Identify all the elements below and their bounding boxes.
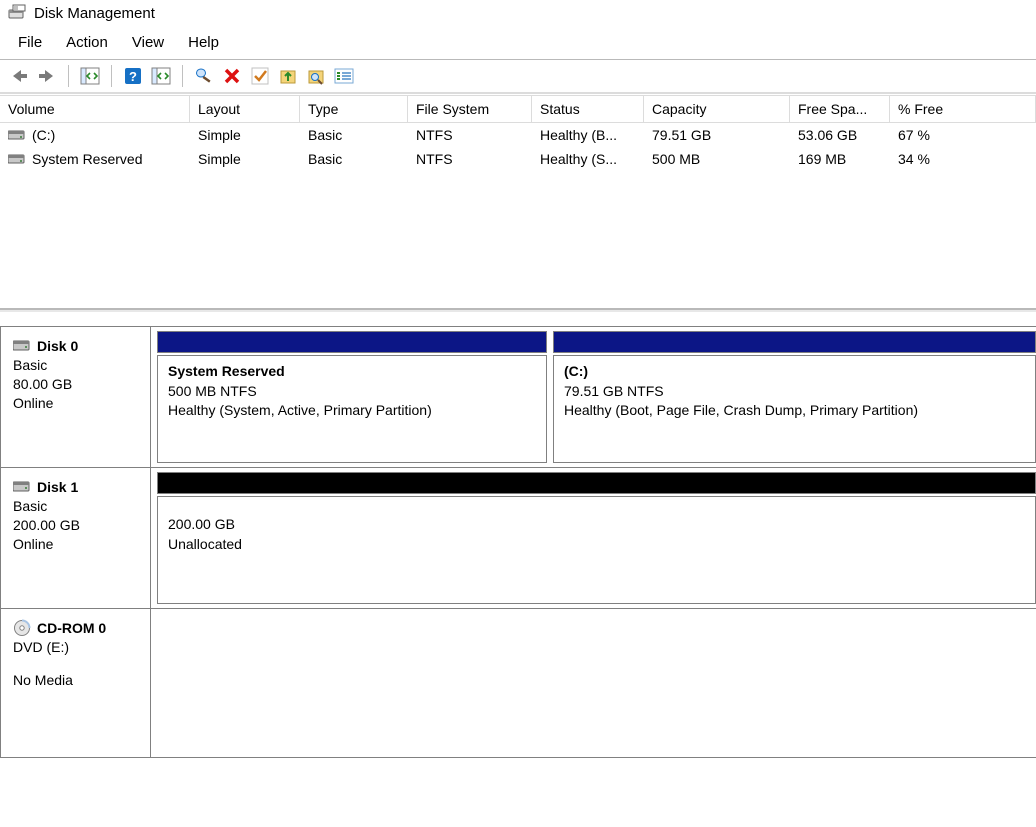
cell-pct: 34 % bbox=[890, 147, 1036, 171]
partition-size: 200.00 GB bbox=[168, 515, 1025, 535]
disk-type: Basic bbox=[13, 356, 140, 375]
disk-row: Disk 1 Basic 200.00 GB Online 200.00 GB … bbox=[0, 468, 1036, 609]
disk-status: Online bbox=[13, 394, 140, 413]
apply-button[interactable] bbox=[247, 63, 273, 89]
volume-list: Volume Layout Type File System Status Ca… bbox=[0, 94, 1036, 310]
help-button[interactable]: ? bbox=[120, 63, 146, 89]
menu-view[interactable]: View bbox=[120, 30, 176, 55]
action-up2-button[interactable] bbox=[303, 63, 329, 89]
menu-action[interactable]: Action bbox=[54, 30, 120, 55]
partition-size: 500 MB NTFS bbox=[168, 382, 536, 402]
titlebar: Disk Management bbox=[0, 0, 1036, 28]
partition-size: 79.51 GB NTFS bbox=[564, 382, 1025, 402]
properties-button[interactable] bbox=[191, 63, 217, 89]
disk-partitions: 200.00 GB Unallocated bbox=[151, 468, 1036, 608]
col-volume[interactable]: Volume bbox=[0, 96, 190, 122]
disk-partitions bbox=[151, 609, 1036, 757]
partition-color-strip bbox=[553, 331, 1036, 353]
toolbar-separator bbox=[182, 65, 183, 87]
cell-layout: Simple bbox=[190, 123, 300, 147]
menu-file[interactable]: File bbox=[6, 30, 54, 55]
partition-status: Healthy (Boot, Page File, Crash Dump, Pr… bbox=[564, 401, 1025, 421]
forward-button[interactable] bbox=[34, 63, 60, 89]
disk-type: DVD (E:) bbox=[13, 638, 140, 657]
delete-button[interactable] bbox=[219, 63, 245, 89]
col-layout[interactable]: Layout bbox=[190, 96, 300, 122]
partition-box[interactable]: 200.00 GB Unallocated bbox=[157, 496, 1036, 604]
menu-help[interactable]: Help bbox=[176, 30, 231, 55]
disk-graphical-pane: Disk 0 Basic 80.00 GB Online System Rese… bbox=[0, 310, 1036, 758]
volume-icon bbox=[8, 129, 26, 141]
partition-box[interactable]: (C:) 79.51 GB NTFS Healthy (Boot, Page F… bbox=[553, 355, 1036, 463]
disk-title: CD-ROM 0 bbox=[37, 619, 106, 638]
disk-row: CD-ROM 0 DVD (E:) No Media bbox=[0, 609, 1036, 758]
refresh-button[interactable] bbox=[148, 63, 174, 89]
cell-layout: Simple bbox=[190, 147, 300, 171]
partition-status: Unallocated bbox=[168, 535, 1025, 555]
partition-name: System Reserved bbox=[168, 362, 536, 382]
cell-status: Healthy (S... bbox=[532, 147, 644, 171]
disk-size: 200.00 GB bbox=[13, 516, 140, 535]
disk-title: Disk 1 bbox=[37, 478, 78, 497]
cell-capacity: 500 MB bbox=[644, 147, 790, 171]
disk-title: Disk 0 bbox=[37, 337, 78, 356]
cell-free: 53.06 GB bbox=[790, 123, 890, 147]
cell-fs: NTFS bbox=[408, 123, 532, 147]
cell-volume: (C:) bbox=[32, 127, 55, 143]
menubar: File Action View Help bbox=[0, 28, 1036, 60]
toolbar-separator bbox=[68, 65, 69, 87]
partition-color-strip bbox=[157, 472, 1036, 494]
cell-pct: 67 % bbox=[890, 123, 1036, 147]
disk-status: Online bbox=[13, 535, 140, 554]
disk-size: 80.00 GB bbox=[13, 375, 140, 394]
col-capacity[interactable]: Capacity bbox=[644, 96, 790, 122]
disk-row: Disk 0 Basic 80.00 GB Online System Rese… bbox=[0, 326, 1036, 468]
col-type[interactable]: Type bbox=[300, 96, 408, 122]
toolbar: ? bbox=[0, 60, 1036, 94]
cell-capacity: 79.51 GB bbox=[644, 123, 790, 147]
partition-color-strip bbox=[157, 331, 547, 353]
app-icon bbox=[8, 4, 26, 22]
cell-type: Basic bbox=[300, 123, 408, 147]
disk-label-cell[interactable]: Disk 0 Basic 80.00 GB Online bbox=[1, 327, 151, 467]
cell-type: Basic bbox=[300, 147, 408, 171]
partition-box[interactable]: System Reserved 500 MB NTFS Healthy (Sys… bbox=[157, 355, 547, 463]
table-row[interactable]: System Reserved Simple Basic NTFS Health… bbox=[0, 147, 1036, 171]
col-status[interactable]: Status bbox=[532, 96, 644, 122]
disk-label-cell[interactable]: CD-ROM 0 DVD (E:) No Media bbox=[1, 609, 151, 757]
back-button[interactable] bbox=[6, 63, 32, 89]
col-fs[interactable]: File System bbox=[408, 96, 532, 122]
cell-free: 169 MB bbox=[790, 147, 890, 171]
window-title: Disk Management bbox=[34, 5, 155, 22]
disk-status: No Media bbox=[13, 671, 140, 690]
partition-status: Healthy (System, Active, Primary Partiti… bbox=[168, 401, 536, 421]
col-free[interactable]: Free Spa... bbox=[790, 96, 890, 122]
svg-text:?: ? bbox=[129, 69, 137, 84]
volume-list-header: Volume Layout Type File System Status Ca… bbox=[0, 95, 1036, 123]
table-row[interactable]: (C:) Simple Basic NTFS Healthy (B... 79.… bbox=[0, 123, 1036, 147]
cell-volume: System Reserved bbox=[32, 151, 142, 167]
action-up1-button[interactable] bbox=[275, 63, 301, 89]
cdrom-icon bbox=[13, 619, 31, 637]
disk-type: Basic bbox=[13, 497, 140, 516]
cell-fs: NTFS bbox=[408, 147, 532, 171]
disk-icon bbox=[13, 480, 31, 494]
list-mode-button[interactable] bbox=[331, 63, 357, 89]
volume-icon bbox=[8, 153, 26, 165]
disk-partitions: System Reserved 500 MB NTFS Healthy (Sys… bbox=[151, 327, 1036, 467]
col-pct[interactable]: % Free bbox=[890, 96, 1036, 122]
disk-label-cell[interactable]: Disk 1 Basic 200.00 GB Online bbox=[1, 468, 151, 608]
show-hide-console-button[interactable] bbox=[77, 63, 103, 89]
partition-name: (C:) bbox=[564, 362, 1025, 382]
disk-icon bbox=[13, 339, 31, 353]
toolbar-separator bbox=[111, 65, 112, 87]
cell-status: Healthy (B... bbox=[532, 123, 644, 147]
